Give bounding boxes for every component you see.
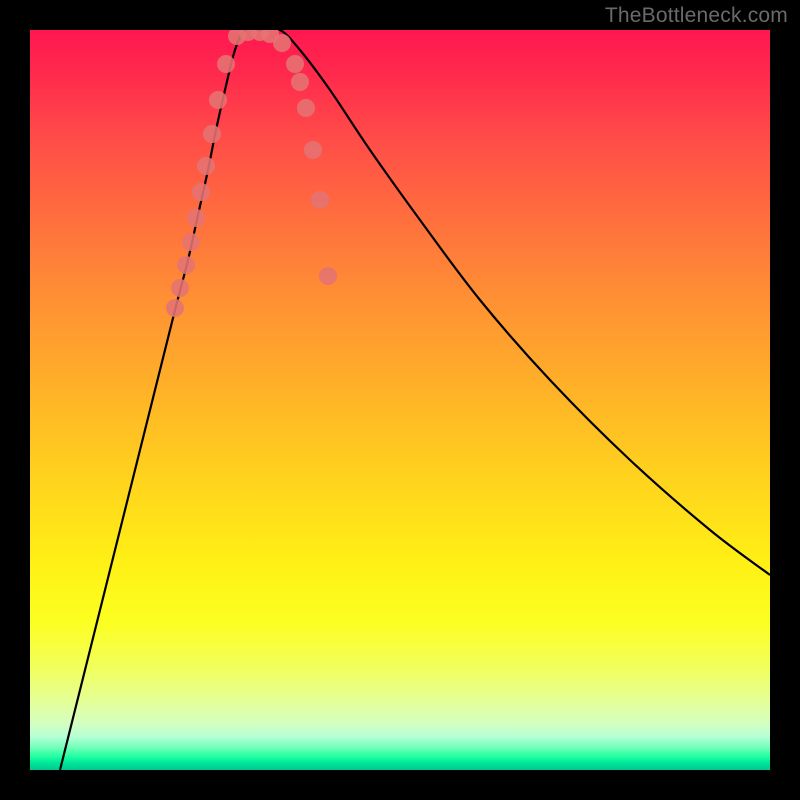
curve-marker — [182, 233, 200, 251]
curve-marker — [171, 279, 189, 297]
chart-outer-frame: TheBottleneck.com — [0, 0, 800, 800]
curve-marker — [297, 99, 315, 117]
bottleneck-curve — [60, 30, 770, 770]
watermark-text: TheBottleneck.com — [605, 4, 788, 28]
curve-marker — [166, 299, 184, 317]
curve-marker — [286, 55, 304, 73]
curve-marker — [187, 209, 205, 227]
curve-marker — [177, 256, 195, 274]
curve-marker — [311, 191, 329, 209]
curve-marker — [291, 73, 309, 91]
curve-marker — [217, 55, 235, 73]
curve-marker — [197, 157, 215, 175]
curve-marker — [304, 141, 322, 159]
curve-svg — [30, 30, 770, 770]
plot-area — [30, 30, 770, 770]
curve-marker — [273, 34, 291, 52]
curve-marker — [319, 267, 337, 285]
curve-marker — [203, 125, 221, 143]
curve-marker — [209, 91, 227, 109]
curve-markers — [166, 30, 337, 317]
curve-marker — [192, 183, 210, 201]
